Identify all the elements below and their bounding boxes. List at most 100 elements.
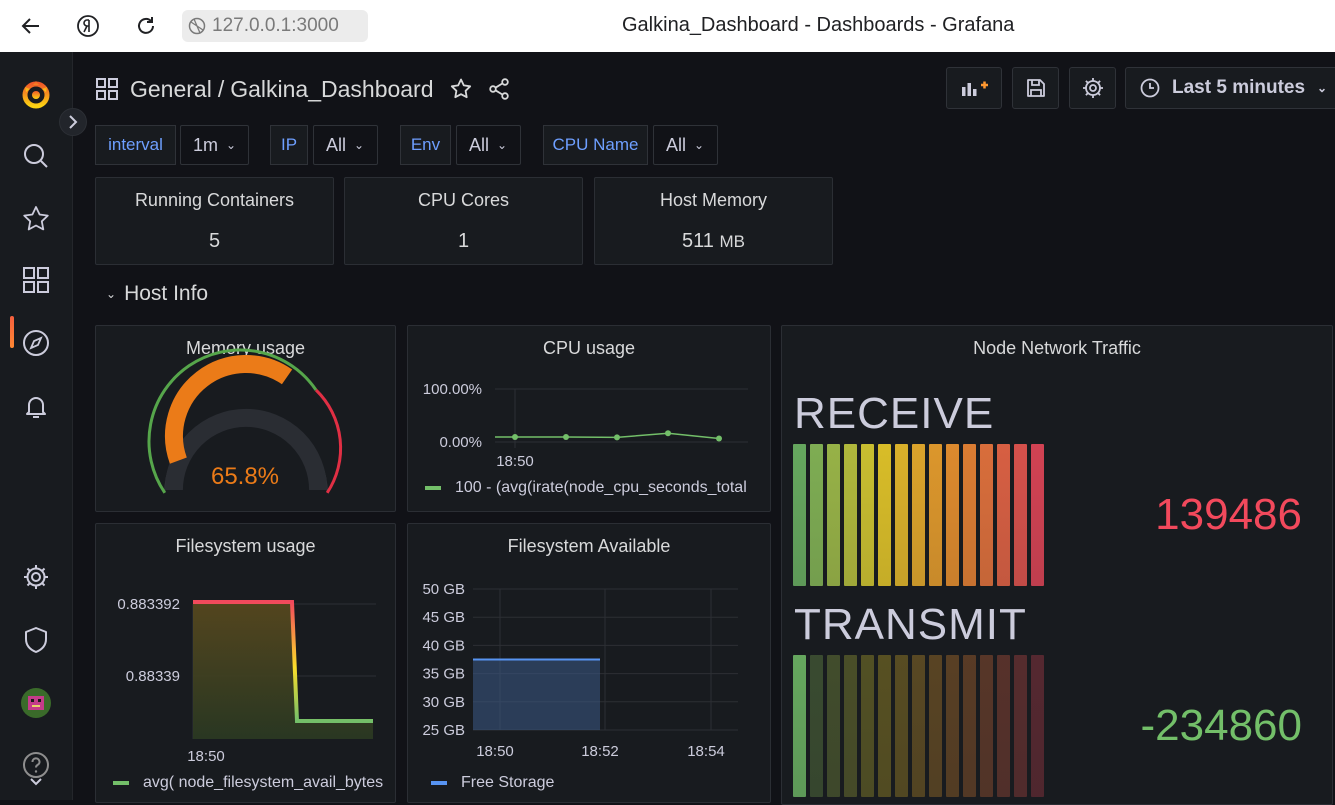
- panel-title: Node Network Traffic: [973, 338, 1141, 358]
- search-icon[interactable]: [20, 140, 52, 172]
- stat-number: 5: [208, 230, 221, 252]
- bar-gauge-cell: [810, 655, 823, 797]
- bar-gauge-cell: [844, 444, 857, 586]
- var-label-ip: IP: [270, 125, 308, 165]
- y-tick: 0.88339: [126, 668, 180, 685]
- explore-icon[interactable]: [20, 327, 52, 359]
- var-value: All: [469, 134, 490, 155]
- legend[interactable]: avg( node_filesystem_avail_bytes: [113, 774, 388, 792]
- breadcrumb: General / Galkina_Dashboard: [96, 74, 510, 104]
- dashboard-title[interactable]: Galkina_Dashboard: [230, 76, 433, 103]
- stat-number: 511: [682, 230, 714, 252]
- address-bar[interactable]: 127.0.0.1:3000: [182, 10, 368, 42]
- var-select-cpu-name[interactable]: All ⌄: [653, 125, 718, 165]
- receive-bar-gauge: [793, 444, 1044, 586]
- var-value: 1m: [193, 134, 219, 155]
- x-tick: 18:52: [581, 743, 619, 760]
- cpu-series: [495, 430, 722, 442]
- bar-gauge-cell: [912, 655, 925, 797]
- y-tick: 0.883392: [117, 596, 180, 613]
- stat-number: 1: [457, 230, 470, 252]
- alerting-bell-icon[interactable]: [20, 390, 52, 422]
- var-select-ip[interactable]: All ⌄: [313, 125, 378, 165]
- back-icon[interactable]: [17, 12, 45, 40]
- save-dashboard-button[interactable]: [1012, 67, 1059, 109]
- cpu-line: [495, 432, 720, 440]
- var-select-env[interactable]: All ⌄: [456, 125, 521, 165]
- bar-gauge-cell: [827, 444, 840, 586]
- legend[interactable]: 100 - (avg(irate(node_cpu_seconds_total: [425, 479, 765, 497]
- bar-gauge-cell: [895, 444, 908, 586]
- starred-icon[interactable]: [20, 203, 52, 235]
- chevron-down-icon: ⌄: [354, 138, 365, 152]
- y-tick: 30 GB: [422, 694, 465, 711]
- panel-title: CPU Cores: [417, 190, 510, 210]
- bar-gauge-cell: [963, 444, 976, 586]
- chevron-down-icon: ⌄: [106, 287, 117, 301]
- row-title: Host Info: [124, 282, 209, 305]
- settings-gear-icon[interactable]: [20, 561, 52, 593]
- stat-panel-host-memory[interactable]: Host Memory 511 MB: [594, 177, 833, 265]
- bar-gauge-cell: [895, 655, 908, 797]
- chevron-down-icon: ⌄: [497, 138, 508, 152]
- transmit-bar-gauge: [793, 655, 1044, 797]
- add-panel-button[interactable]: [946, 67, 1002, 109]
- bar-gauge-cell: [980, 444, 993, 586]
- panel-filesystem-usage[interactable]: Filesystem usage 0.883392 0.88339 18:50 …: [95, 523, 396, 803]
- browser-toolbar: 127.0.0.1:3000 Galkina_Dashboard - Dashb…: [0, 0, 1335, 52]
- transmit-value: -234860: [1140, 701, 1302, 750]
- sidebar: [0, 52, 73, 800]
- bar-gauge-cell: [1031, 444, 1044, 586]
- stat-panel-running-containers[interactable]: Running Containers 5: [95, 177, 334, 265]
- breadcrumb-separator: /: [217, 75, 225, 102]
- y-tick: 40 GB: [422, 637, 465, 654]
- chevron-down-icon[interactable]: [20, 774, 52, 790]
- grafana-logo-icon[interactable]: [20, 78, 52, 110]
- add-panel-icon: [962, 81, 988, 96]
- dashboards-icon[interactable]: [20, 264, 52, 296]
- bar-gauge-cell: [827, 655, 840, 797]
- x-tick: 18:50: [476, 743, 514, 760]
- legend-swatch: [425, 486, 441, 490]
- shield-icon[interactable]: [20, 624, 52, 656]
- legend-label: Free Storage: [461, 774, 555, 791]
- panel-node-network-traffic[interactable]: Node Network Traffic RECEIVE 139486 TRAN…: [781, 325, 1333, 805]
- bar-gauge-cell: [878, 444, 891, 586]
- breadcrumb-folder[interactable]: General: [130, 76, 212, 103]
- bar-gauge-cell: [963, 655, 976, 797]
- bar-gauge-cell: [793, 444, 806, 586]
- bar-gauge-cell: [929, 444, 942, 586]
- active-indicator: [10, 316, 14, 348]
- bar-gauge-cell: [1031, 655, 1044, 797]
- site-info-icon[interactable]: [182, 17, 212, 35]
- var-select-interval[interactable]: 1m ⌄: [180, 125, 249, 165]
- panel-filesystem-available[interactable]: Filesystem Available 50 GB 45 GB 40 GB 35 G…: [407, 523, 771, 803]
- gear-icon: [1082, 78, 1103, 98]
- star-icon[interactable]: [450, 78, 472, 100]
- filesystem-available-chart: 50 GB 45 GB 40 GB 35 GB 30 GB 25 GB 18:50 18:52…: [422, 581, 738, 760]
- time-range-picker[interactable]: Last 5 minutes ⌄: [1125, 67, 1335, 109]
- transmit-label: TRANSMIT: [794, 600, 1027, 649]
- window-title: Galkina_Dashboard - Dashboards - Grafana: [622, 14, 1015, 36]
- expand-sidebar-button[interactable]: [59, 108, 87, 136]
- panel-cpu-usage[interactable]: CPU usage 100.00% 0.00% 18:50 100 - (avg…: [407, 325, 771, 512]
- reload-icon[interactable]: [132, 12, 160, 40]
- bar-gauge-cell: [946, 655, 959, 797]
- dashboard-settings-button[interactable]: [1069, 67, 1116, 109]
- share-icon[interactable]: [488, 78, 510, 100]
- row-header-host-info[interactable]: ⌄ Host Info: [106, 282, 208, 306]
- legend-label: 100 - (avg(irate(node_cpu_seconds_total: [455, 479, 747, 496]
- cpu-point: [614, 434, 620, 441]
- x-tick: 18:50: [187, 748, 225, 765]
- stat-unit: MB: [719, 232, 745, 251]
- stat-panel-cpu-cores[interactable]: CPU Cores 1: [344, 177, 583, 265]
- cpu-point: [665, 430, 671, 437]
- yandex-icon[interactable]: [74, 12, 102, 40]
- legend[interactable]: Free Storage: [431, 774, 761, 792]
- fs-usage-series: [193, 600, 373, 739]
- bar-gauge-cell: [997, 655, 1010, 797]
- panel-memory-usage[interactable]: Memory usage 65.8%: [95, 325, 396, 512]
- chevron-down-icon: ⌄: [226, 138, 237, 152]
- user-avatar-icon[interactable]: [20, 687, 52, 719]
- panel-title: Running Containers: [134, 190, 295, 210]
